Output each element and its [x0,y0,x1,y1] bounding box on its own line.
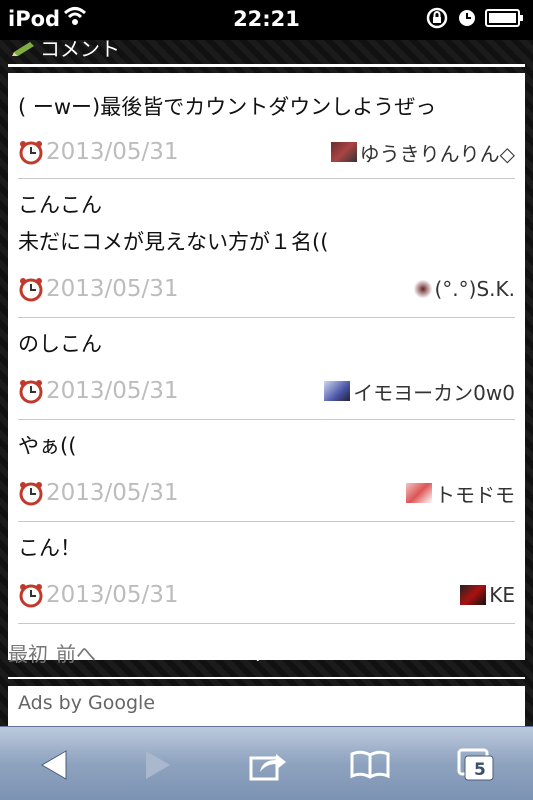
comment-user-name: KE [489,583,515,607]
avatar [460,585,487,605]
comment-date: 2013/05/31 [18,139,179,165]
comment-item: のしこん 2013/05/31 イモヨーカン0w0 [18,318,515,420]
avatar [330,142,357,162]
tabs-button[interactable]: 5 [455,745,499,785]
comment-text: のしこん [18,332,102,356]
comment-item: こんこん 未だにコメが見えない方が１名(( 2013/05/31 (°.°)S.… [18,179,515,318]
comment-user[interactable]: ゆうきりんりん◇ [330,138,515,167]
comment-date-text: 2013/05/31 [46,582,179,608]
comment-date: 2013/05/31 [18,582,179,608]
header-divider [8,64,525,67]
avatar [406,483,432,503]
clock-icon [19,584,43,608]
pagination: 最初 前へ 86/86 [8,632,525,672]
tabs-count: 5 [474,760,486,780]
comment-date: 2013/05/31 [18,378,179,404]
comment-user-name: イモヨーカン0w0 [353,380,515,405]
comment-user[interactable]: KE [460,583,515,607]
comment-text: こん！ [18,536,81,560]
comment-text-line2: 未だにコメが見えない方が１名(( [18,230,329,254]
comment-user[interactable]: (°.°)S.K. [413,277,516,301]
comment-user-name: (°.°)S.K. [434,277,516,301]
comment-date-text: 2013/05/31 [46,276,179,302]
comment-item: こん！ 2013/05/31 KE [18,522,515,624]
forward-button[interactable] [136,745,180,785]
clock-icon [19,278,43,302]
comment-date-text: 2013/05/31 [46,480,179,506]
comment-date: 2013/05/31 [18,276,179,302]
ads-box[interactable]: Ads by Google [8,686,525,726]
clock-icon [19,380,43,404]
avatar [324,381,351,401]
comment-user-name: トモドモ [435,482,515,507]
comment-text: こんこん [18,193,102,217]
comment-date-text: 2013/05/31 [46,139,179,165]
comment-date-text: 2013/05/31 [46,378,179,404]
pencil-icon [12,40,36,58]
alarm-icon [457,8,477,32]
comments-header: コメント [0,37,533,64]
bookmarks-button[interactable] [348,745,392,785]
comment-user[interactable]: トモドモ [406,479,515,508]
comment-list: ( ーwー)最後皆でカウントダウンしようぜっ 2013/05/31 ゆうきりんり… [8,73,525,660]
share-icon [249,754,286,781]
share-button[interactable] [246,745,290,785]
ads-label: Ads by Google [18,692,156,714]
comment-user[interactable]: イモヨーカン0w0 [324,377,515,406]
clock-icon [19,141,43,165]
first-page-link[interactable]: 最初 [8,638,48,667]
comment-item: やぁ(( 2013/05/31 トモドモ [18,420,515,522]
status-bar: iPod 22:21 [0,0,533,40]
back-button[interactable] [32,745,76,785]
comment-text: やぁ(( [18,434,77,458]
rotation-lock-icon [425,6,449,34]
pager-divider [8,677,525,679]
back-icon [41,750,67,780]
comment-user-name: ゆうきりんりん◇ [359,141,515,166]
bookmarks-icon [350,750,390,779]
browser-toolbar: 5 [0,726,533,800]
battery-icon [485,8,525,32]
comment-item: ( ーwー)最後皆でカウントダウンしようぜっ 2013/05/31 ゆうきりんり… [18,73,515,179]
pager-links: 最初 前へ [8,638,96,667]
comments-title: コメント [40,37,120,61]
avatar [413,279,432,299]
page-count: 86/86 [230,640,291,664]
status-icons [425,6,525,34]
comment-text: ( ーwー)最後皆でカウントダウンしようぜっ [18,95,437,119]
clock-icon [19,482,43,506]
comment-date: 2013/05/31 [18,480,179,506]
page-content: コメント ( ーwー)最後皆でカウントダウンしようぜっ 2013/05/31 ゆ… [0,37,533,726]
forward-icon [146,751,170,779]
prev-page-link[interactable]: 前へ [56,638,96,667]
